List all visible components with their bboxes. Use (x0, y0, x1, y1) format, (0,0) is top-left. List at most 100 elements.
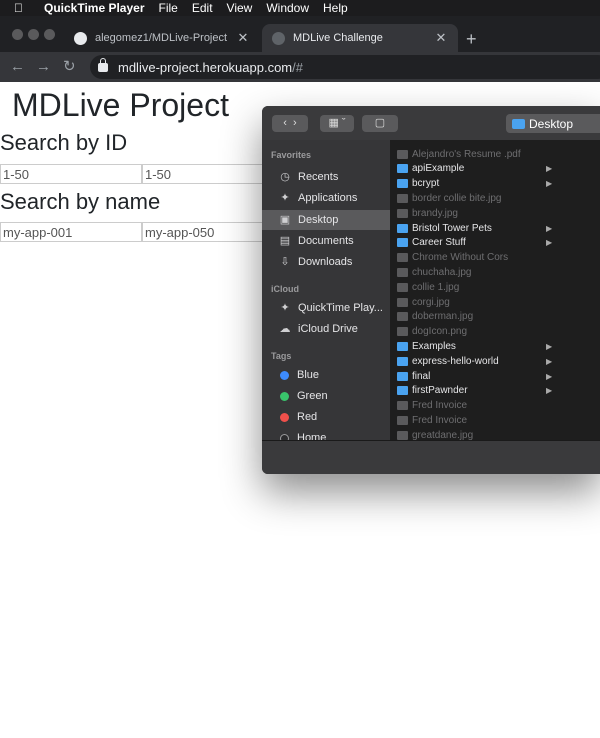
menu-window[interactable]: Window (266, 1, 309, 15)
chevron-right-icon: ▶ (546, 371, 553, 381)
folder-row[interactable]: express-hello-world ▶ (390, 354, 558, 368)
sidebar-item-label: iCloud Drive (298, 323, 358, 335)
sidebar-tag-red[interactable]: Red (262, 407, 390, 427)
desktop-icon: ▣ (279, 214, 291, 226)
apple-icon[interactable]:  (14, 1, 30, 15)
name-from-input[interactable] (0, 222, 142, 242)
folder-row[interactable]: Career Stuff ▶ (390, 236, 558, 250)
back-forward-buttons[interactable]: ‹ › (272, 115, 308, 132)
close-icon[interactable]: ✕ (236, 30, 250, 46)
folder-icon (397, 386, 408, 396)
tag-dot-icon (280, 370, 289, 380)
file-row: Fred Invoice (390, 399, 558, 413)
folder-row[interactable]: final ▶ (390, 369, 558, 383)
file-icon (397, 208, 408, 218)
search-by-name-heading: Search by name (0, 189, 161, 214)
sidebar-item-label: Documents (298, 235, 354, 247)
cloud-icon: ☁ (279, 323, 291, 335)
finder-sidebar: Favorites ◷ Recents ✦ Applications ▣ Des… (262, 140, 390, 440)
sidebar-item-label: QuickTime Play... (298, 302, 383, 314)
folder-icon (397, 179, 408, 189)
file-icon (397, 327, 408, 337)
file-name: greatdane.jpg (412, 429, 474, 440)
new-tab-icon[interactable]: + (466, 30, 477, 48)
document-icon: ▤ (279, 235, 291, 247)
file-name: express-hello-world (412, 355, 499, 367)
back-arrow-icon[interactable]: ← (10, 58, 25, 76)
file-icon (397, 149, 408, 159)
folder-row[interactable]: Bristol Tower Pets ▶ (390, 221, 558, 235)
file-name: doberman.jpg (412, 311, 474, 323)
file-icon (397, 282, 408, 292)
file-picker-dialog: ‹ › ▦ ˇ ▢ Desktop Favorites ◷ Recents ✦ … (262, 106, 600, 474)
sidebar-item-icloud-drive[interactable]: ☁ iCloud Drive (262, 319, 390, 339)
sidebar-item-desktop[interactable]: ▣ Desktop (262, 210, 390, 230)
id-from-input[interactable] (0, 164, 142, 184)
file-icon (397, 297, 408, 307)
sidebar-item-applications[interactable]: ✦ Applications (262, 188, 390, 208)
file-name: firstPawnder (412, 385, 468, 397)
chevron-right-icon: ▶ (546, 386, 553, 396)
file-name: apiExample (412, 163, 465, 175)
sidebar-item-label: Red (297, 411, 318, 423)
menu-help[interactable]: Help (323, 1, 348, 15)
sidebar-tag-green[interactable]: Green (262, 386, 390, 406)
reload-icon[interactable]: ↻ (63, 58, 76, 76)
tab-title: alegomez1/MDLive-Project (95, 32, 228, 44)
file-row: Alejandro's Resume .pdf (390, 147, 558, 161)
sidebar-item-downloads[interactable]: ⇩ Downloads (262, 252, 390, 272)
forward-arrow-icon[interactable]: → (36, 58, 51, 76)
lock-icon (98, 57, 108, 72)
menu-app-name[interactable]: QuickTime Player (44, 1, 145, 15)
file-row: greatdane.jpg (390, 428, 558, 440)
url-path: /# (292, 59, 303, 75)
tab-github[interactable]: alegomez1/MDLive-Project ✕ (64, 24, 260, 52)
location-dropdown[interactable]: Desktop (506, 114, 600, 133)
zoom-window-button[interactable] (44, 29, 55, 40)
file-icon (397, 193, 408, 203)
sidebar-tag-blue[interactable]: Blue (262, 365, 390, 385)
sidebar-item-label: Green (297, 390, 328, 402)
file-name: Career Stuff (412, 237, 466, 249)
file-name: Alejandro's Resume .pdf (412, 148, 521, 160)
folder-row[interactable]: Examples ▶ (390, 339, 558, 353)
file-icon (397, 253, 408, 263)
file-name: Examples (412, 340, 456, 352)
name-to-input[interactable] (142, 222, 272, 242)
menu-edit[interactable]: Edit (192, 1, 213, 15)
file-name: Fred Invoice (412, 400, 468, 412)
menu-view[interactable]: View (227, 1, 253, 15)
view-columns-icon[interactable]: ▦ ˇ (320, 115, 354, 132)
page-title: MDLive Project (12, 87, 229, 123)
icloud-heading: iCloud (271, 284, 299, 294)
file-row: collie 1.jpg (390, 280, 558, 294)
sidebar-item-quicktime[interactable]: ✦ QuickTime Play... (262, 298, 390, 318)
github-icon (74, 31, 87, 45)
menu-file[interactable]: File (159, 1, 178, 15)
address-bar[interactable]: mdlive-project.herokuapp.com/# (90, 55, 600, 79)
file-icon (397, 401, 408, 411)
sidebar-item-label: Desktop (298, 214, 339, 226)
sidebar-item-label: Recents (298, 171, 339, 183)
sidebar-item-documents[interactable]: ▤ Documents (262, 231, 390, 251)
sidebar-item-recents[interactable]: ◷ Recents (262, 167, 390, 187)
close-icon[interactable]: ✕ (434, 30, 448, 46)
sidebar-item-label: Blue (297, 369, 320, 381)
sidebar-tag-home[interactable]: Home (262, 428, 390, 440)
close-window-button[interactable] (12, 29, 23, 40)
minimize-window-button[interactable] (28, 29, 39, 40)
file-list: Alejandro's Resume .pdf apiExample ▶ bcrypt… (390, 140, 559, 440)
file-row: corgi.jpg (390, 295, 558, 309)
file-name: collie 1.jpg (412, 281, 460, 293)
new-folder-icon[interactable]: ▢ (362, 115, 398, 132)
file-row: Chrome Without Cors (390, 251, 558, 265)
folder-row[interactable]: apiExample ▶ (390, 162, 558, 176)
folder-row[interactable]: bcrypt ▶ (390, 177, 558, 191)
file-row: chuchaha.jpg (390, 265, 558, 279)
tags-heading: Tags (271, 351, 292, 361)
browser-toolbar: ← → ↻ mdlive-project.herokuapp.com/# (0, 52, 600, 82)
folder-row[interactable]: firstPawnder ▶ (390, 384, 558, 398)
id-to-input[interactable] (142, 164, 272, 184)
clock-icon: ◷ (280, 171, 290, 183)
tab-mdlive[interactable]: MDLive Challenge ✕ (262, 24, 458, 52)
